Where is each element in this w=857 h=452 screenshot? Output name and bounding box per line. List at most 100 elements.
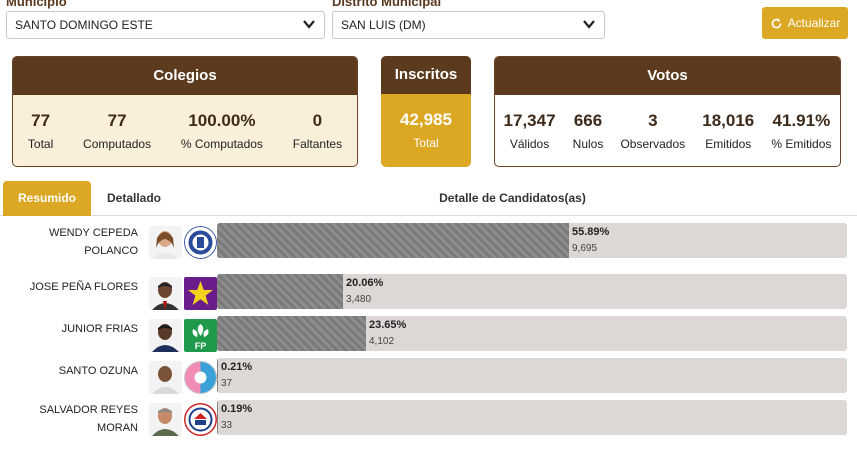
stat-pct-computados: 100.00% % Computados bbox=[181, 111, 263, 151]
candidate-photo bbox=[149, 226, 182, 259]
candidate-name: JOSE PEÑA FLORES bbox=[10, 278, 138, 296]
stat-label: Computados bbox=[83, 137, 152, 151]
municipio-select[interactable]: SANTO DOMINGO ESTE bbox=[6, 11, 325, 39]
vote-bar-track: 0.21% 37 bbox=[217, 358, 847, 393]
distrito-label: Distrito Municipal bbox=[332, 0, 442, 9]
candidate-name-line: JOSE PEÑA FLORES bbox=[29, 281, 138, 293]
stat-value: 17,347 bbox=[503, 111, 556, 130]
candidate-name-line: SANTO OZUNA bbox=[58, 365, 138, 377]
votos-stats: 17,347 Válidos 666 Nulos 3 Observados 18… bbox=[495, 95, 840, 151]
candidate-name: SALVADOR REYES MORAN bbox=[10, 401, 138, 437]
candidate-name-line: SALVADOR REYES bbox=[39, 404, 138, 416]
municipio-value: SANTO DOMINGO ESTE bbox=[15, 18, 153, 32]
candidate-row: JOSE PEÑA FLORES 20.06% 3,480 bbox=[0, 274, 857, 312]
vote-percent: 20.06% bbox=[346, 277, 384, 289]
section-title: Detalle de Candidatos(as) bbox=[439, 191, 586, 205]
tab-resumido[interactable]: Resumido bbox=[3, 181, 91, 216]
inscritos-title: Inscritos bbox=[381, 56, 471, 94]
inscritos-label: Total bbox=[413, 136, 439, 150]
chevron-down-icon bbox=[303, 20, 315, 29]
chevron-down-icon bbox=[583, 20, 595, 29]
vote-count: 37 bbox=[221, 378, 233, 389]
stat-value: 0 bbox=[312, 111, 323, 130]
stat-validos: 17,347 Válidos bbox=[504, 111, 556, 151]
candidate-name-line: WENDY CEPEDA bbox=[48, 227, 138, 239]
candidate-name-line: POLANCO bbox=[84, 245, 138, 257]
fp-party-logo-icon: FP bbox=[184, 319, 217, 352]
stat-emitidos: 18,016 Emitidos bbox=[702, 111, 754, 151]
stat-value: 77 bbox=[107, 111, 127, 130]
inscritos-card: Inscritos 42,985 Total bbox=[381, 56, 471, 167]
vote-count: 9,695 bbox=[572, 243, 598, 254]
candidate-name: WENDY CEPEDA POLANCO bbox=[10, 224, 138, 260]
vote-bar-fill bbox=[217, 223, 569, 258]
municipio-label: Municipio bbox=[6, 0, 67, 9]
vote-percent: 0.19% bbox=[221, 403, 253, 415]
stat-value: 666 bbox=[573, 111, 603, 130]
vote-count: 3,480 bbox=[346, 294, 372, 305]
distrito-value: SAN LUIS (DM) bbox=[341, 18, 426, 32]
stat-label: Nulos bbox=[572, 137, 604, 151]
filter-bar: Municipio SANTO DOMINGO ESTE Distrito Mu… bbox=[0, 0, 857, 48]
candidate-name-line: JUNIOR FRIAS bbox=[61, 323, 138, 335]
candidate-photo bbox=[149, 277, 182, 310]
stat-label: % Emitidos bbox=[771, 137, 832, 151]
stat-label: Emitidos bbox=[705, 137, 752, 151]
stat-value: 100.00% bbox=[188, 111, 256, 130]
candidate-name: JUNIOR FRIAS bbox=[10, 320, 138, 338]
candidate-name: SANTO OZUNA bbox=[10, 362, 138, 380]
vote-bar-fill bbox=[217, 358, 218, 393]
candidate-photo bbox=[149, 319, 182, 352]
stat-value: 3 bbox=[648, 111, 658, 130]
stat-label: Observados bbox=[620, 137, 686, 151]
tab-detallado[interactable]: Detallado bbox=[93, 181, 175, 216]
votos-card: Votos 17,347 Válidos 666 Nulos 3 Observa… bbox=[494, 56, 841, 167]
refresh-button[interactable]: Actualizar bbox=[762, 7, 848, 39]
stat-pct-emitidos: 41.91% % Emitidos bbox=[771, 111, 831, 151]
votos-title: Votos bbox=[495, 57, 840, 95]
vote-bar-fill bbox=[217, 400, 218, 435]
inscritos-value: 42,985 bbox=[400, 110, 452, 129]
candidate-row: JUNIOR FRIAS FP 23.65% 4,102 bbox=[0, 316, 857, 354]
candidate-row: SANTO OZUNA 0.21% 37 bbox=[0, 358, 857, 396]
vote-bar-track: 0.19% 33 bbox=[217, 400, 847, 435]
stat-observados: 3 Observados bbox=[620, 111, 685, 151]
colegios-card: Colegios 77 Total 77 Computados 100.00% … bbox=[12, 56, 358, 167]
candidate-photo bbox=[149, 403, 182, 436]
stat-value: 18,016 bbox=[702, 111, 755, 130]
vote-bar-fill bbox=[217, 274, 343, 309]
vote-count: 33 bbox=[221, 420, 233, 431]
refresh-icon bbox=[771, 17, 782, 28]
vote-bar-fill bbox=[217, 316, 366, 351]
vote-percent: 23.65% bbox=[369, 319, 407, 331]
vote-bar-track: 23.65% 4,102 bbox=[217, 316, 847, 351]
candidate-name-line: MORAN bbox=[97, 422, 138, 434]
stat-label: % Computados bbox=[180, 137, 263, 151]
vote-percent: 55.89% bbox=[572, 226, 610, 238]
distrito-select[interactable]: SAN LUIS (DM) bbox=[332, 11, 605, 39]
colegios-title: Colegios bbox=[13, 57, 357, 95]
vote-bar-track: 20.06% 3,480 bbox=[217, 274, 847, 309]
party-logo-icon bbox=[184, 403, 217, 436]
fp-logo-text: FP bbox=[195, 341, 207, 351]
stat-label: Total bbox=[27, 137, 54, 151]
party-logo-icon bbox=[184, 361, 217, 394]
vote-count: 4,102 bbox=[369, 336, 395, 347]
pld-logo-icon bbox=[184, 226, 217, 259]
stat-label: Faltantes bbox=[292, 137, 343, 151]
stat-label: Válidos bbox=[509, 137, 550, 151]
results-tabs: Resumido Detallado Detalle de Candidatos… bbox=[0, 181, 857, 216]
candidate-row: WENDY CEPEDA POLANCO 55.89% 9,695 bbox=[0, 223, 857, 261]
vote-percent: 0.21% bbox=[221, 361, 253, 373]
stat-value: 77 bbox=[31, 111, 51, 130]
stat-computados: 77 Computados bbox=[83, 111, 151, 151]
star-party-logo-icon bbox=[184, 277, 217, 310]
candidate-photo bbox=[149, 361, 182, 394]
refresh-label: Actualizar bbox=[787, 16, 841, 30]
stat-faltantes: 0 Faltantes bbox=[293, 111, 342, 151]
candidate-row: SALVADOR REYES MORAN 0.19% 33 bbox=[0, 400, 857, 438]
stat-total: 77 Total bbox=[28, 111, 53, 151]
vote-bar-track: 55.89% 9,695 bbox=[217, 223, 847, 258]
stat-nulos: 666 Nulos bbox=[573, 111, 604, 151]
colegios-stats: 77 Total 77 Computados 100.00% % Computa… bbox=[13, 95, 357, 151]
